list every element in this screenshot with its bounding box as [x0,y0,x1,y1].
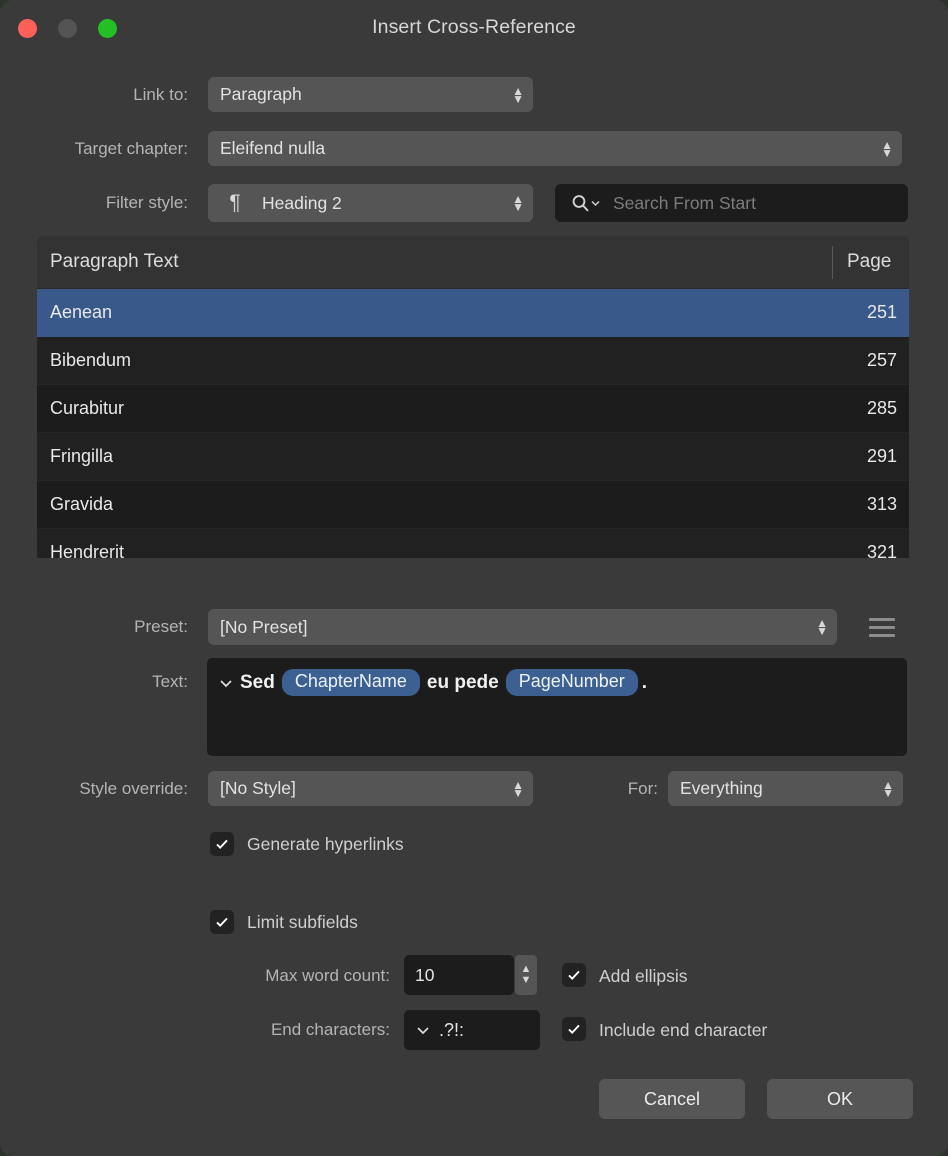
table-row[interactable]: Fringilla 291 [37,433,909,481]
cell-page: 321 [866,542,897,558]
check-icon [216,839,228,849]
table-body: Aenean 251 Bibendum 257 Curabitur 285 Fringill… [37,289,909,558]
table-row[interactable]: Gravida 313 [37,481,909,529]
text-pattern-editor[interactable]: Sed ChapterName eu pede PageNumber. [207,658,907,756]
table-row[interactable]: Hendrerit 321 [37,529,909,558]
filter-style-value: Heading 2 [262,192,342,213]
style-override-value: [No Style] [220,778,296,798]
add-ellipsis-checkbox[interactable] [562,963,586,987]
cancel-button[interactable]: Cancel [599,1079,745,1119]
cell-page: 257 [866,350,897,370]
for-stepper-arrows: ▲ ▼ [882,777,894,800]
for-label: For: [627,779,658,798]
for-dropdown[interactable]: Everything ▲ ▼ [668,771,903,806]
text-pattern-word: . [641,671,648,693]
cell-paragraph-text: Bibendum [50,350,132,370]
check-icon [568,1024,580,1034]
column-header-page[interactable]: Page [832,245,909,279]
link-to-label: Link to: [133,85,188,104]
text-label: Text: [152,672,188,691]
style-override-label: Style override: [79,779,188,798]
target-chapter-stepper-arrows: ▲ ▼ [881,137,893,160]
link-to-stepper-arrows: ▲ ▼ [512,83,524,106]
cell-page: 251 [866,302,897,322]
include-end-character-label[interactable]: Include end character [599,1020,767,1041]
end-characters-value: .?!: [439,1019,465,1040]
check-icon [568,970,580,980]
target-chapter-value: Eleifend nulla [220,138,326,158]
add-ellipsis-label[interactable]: Add ellipsis [599,966,688,987]
cell-page: 291 [866,446,897,466]
max-word-count-label: Max word count: [265,966,390,985]
text-pattern-token[interactable]: ChapterName [281,669,420,696]
text-pattern-word: Sed [240,671,275,693]
stepper-down-arrow[interactable]: ▼ [521,975,532,986]
preset-value: [No Preset] [220,616,308,637]
search-placeholder: Search From Start [613,192,756,213]
preset-dropdown[interactable]: [No Preset] ▲ ▼ [208,609,837,645]
paragraph-results-table[interactable]: Paragraph Text Page Aenean 251 Bibendum 257… [37,236,909,558]
chevron-down-icon [417,1027,429,1035]
max-word-count-input[interactable]: 10 [404,955,514,995]
cell-paragraph-text: Aenean [50,302,113,322]
cell-paragraph-text: Hendrerit [50,542,125,558]
link-to-dropdown[interactable]: Paragraph ▲ ▼ [208,77,533,112]
style-override-stepper-arrows: ▲ ▼ [512,777,524,800]
text-pattern-line: Sed ChapterName eu pede PageNumber. [219,669,895,696]
generate-hyperlinks-checkbox[interactable] [210,832,234,856]
limit-subfields-label[interactable]: Limit subfields [247,912,358,933]
filter-style-dropdown[interactable]: ¶ Heading 2 ▲ ▼ [208,184,533,222]
preset-stepper-arrows: ▲ ▼ [816,616,828,638]
column-header-paragraph-text[interactable]: Paragraph Text [37,251,832,273]
style-override-dropdown[interactable]: [No Style] ▲ ▼ [208,771,533,806]
filter-style-stepper-arrows: ▲ ▼ [512,192,524,214]
check-icon [216,917,228,927]
window-titlebar: Insert Cross-Reference [0,0,948,57]
end-characters-dropdown[interactable]: .?!: [404,1010,540,1050]
search-icon [571,194,600,213]
target-chapter-dropdown[interactable]: Eleifend nulla ▲ ▼ [208,131,902,166]
table-row[interactable]: Curabitur 285 [37,385,909,433]
hamburger-menu-icon[interactable] [869,610,901,644]
text-pattern-word: eu pede [426,671,499,693]
chevron-down-icon [591,200,600,207]
cell-paragraph-text: Fringilla [50,446,114,466]
filter-style-label: Filter style: [105,193,188,212]
cell-paragraph-text: Gravida [50,494,114,514]
chevron-down-icon[interactable] [219,676,233,690]
insert-cross-reference-dialog: Insert Cross-Reference Link to: Paragrap… [0,0,948,1156]
window-title: Insert Cross-Reference [372,16,576,38]
max-word-count-stepper[interactable]: ▲ ▼ [515,955,537,995]
pilcrow-icon: ¶ [229,191,241,214]
cell-page: 285 [866,398,897,418]
target-chapter-label: Target chapter: [74,139,188,158]
preset-label: Preset: [134,617,188,636]
ok-button[interactable]: OK [767,1079,913,1119]
generate-hyperlinks-label[interactable]: Generate hyperlinks [247,834,404,855]
table-row[interactable]: Bibendum 257 [37,337,909,385]
table-header-row: Paragraph Text Page [37,236,909,289]
end-characters-label: End characters: [270,1020,390,1039]
cell-page: 313 [866,494,897,514]
max-word-count-value: 10 [415,964,435,985]
for-value: Everything [680,778,763,798]
search-input[interactable]: Search From Start [555,184,908,222]
link-to-value: Paragraph [220,84,302,104]
limit-subfields-checkbox[interactable] [210,910,234,934]
table-row[interactable]: Aenean 251 [37,289,909,337]
cell-paragraph-text: Curabitur [50,398,125,418]
text-pattern-token[interactable]: PageNumber [505,669,638,696]
include-end-character-checkbox[interactable] [562,1017,586,1041]
